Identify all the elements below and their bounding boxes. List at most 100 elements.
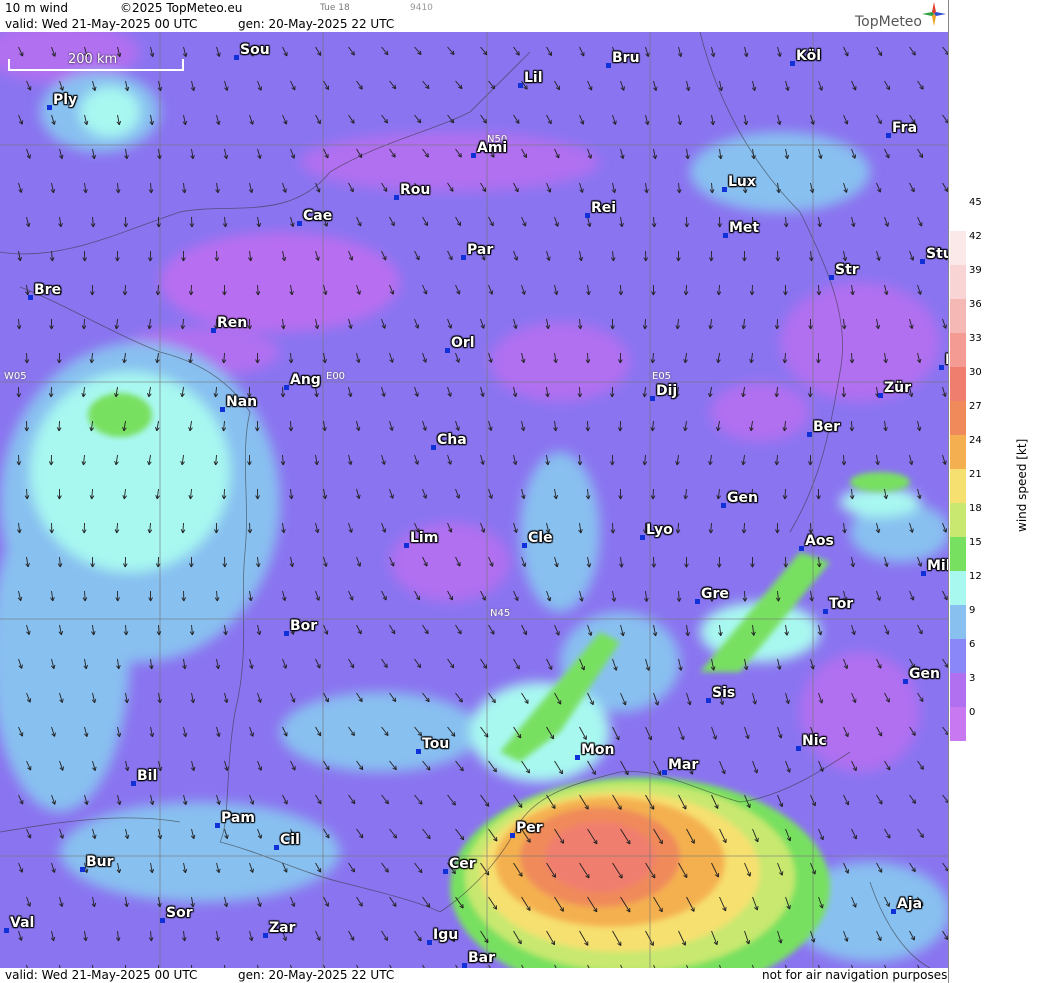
city-label: Ang — [290, 372, 321, 388]
code-label: 9410 — [410, 3, 433, 13]
city-marker — [404, 543, 409, 548]
city-label: Bil — [137, 768, 158, 784]
city-marker — [903, 679, 908, 684]
city-marker — [522, 543, 527, 548]
legend-color-step — [950, 197, 966, 231]
city-marker — [510, 833, 515, 838]
city-marker — [445, 348, 450, 353]
legend-color-step — [950, 503, 966, 537]
generation-time: gen: 20-May-2025 22 UTC — [238, 17, 395, 31]
city-marker — [28, 295, 33, 300]
legend-color-step — [950, 265, 966, 299]
city-label: Orl — [451, 335, 475, 351]
city-marker — [211, 328, 216, 333]
city-marker — [274, 845, 279, 850]
city-marker — [829, 275, 834, 280]
city-marker — [220, 407, 225, 412]
legend-tick-label: 6 — [969, 639, 976, 650]
city-label: Bre — [34, 282, 62, 298]
city-label: Sis — [712, 685, 736, 701]
city-label: Gre — [701, 586, 729, 602]
city-label: Cae — [303, 208, 333, 224]
city-marker — [878, 393, 883, 398]
legend-color-step — [950, 299, 966, 333]
legend-tick-label: 42 — [969, 231, 982, 242]
city-label: Fra — [892, 120, 918, 136]
city-marker — [790, 61, 795, 66]
city-label: Lyo — [646, 522, 673, 538]
city-marker — [706, 698, 711, 703]
city-label: Pam — [221, 810, 255, 826]
city-label: Tor — [829, 596, 854, 612]
city-marker — [443, 869, 448, 874]
city-marker — [662, 770, 667, 775]
city-label: Gen — [909, 666, 940, 682]
city-label: Lim — [410, 530, 439, 546]
copyright-text: ©2025 TopMeteo.eu — [120, 1, 243, 15]
legend-tick-label: 30 — [969, 367, 982, 378]
city-label: Cil — [280, 832, 300, 848]
city-marker — [297, 221, 302, 226]
city-marker — [807, 432, 812, 437]
city-marker — [823, 609, 828, 614]
legend-tick-label: 27 — [969, 401, 982, 412]
run-label: Tue 18 — [320, 3, 350, 13]
legend-color-step — [950, 537, 966, 571]
legend-tick-label: 33 — [969, 333, 982, 344]
legend-color-step — [950, 231, 966, 265]
city-marker — [47, 105, 52, 110]
city-marker — [284, 385, 289, 390]
city-label: Rou — [400, 182, 431, 198]
city-label: Tou — [422, 736, 450, 752]
city-label: Cer — [449, 856, 476, 872]
city-marker — [263, 933, 268, 938]
legend-tick-label: 12 — [969, 571, 982, 582]
legend-color-step — [950, 401, 966, 435]
city-label: Dij — [656, 383, 678, 399]
header-bar: 10 m wind ©2025 TopMeteo.eu Tue 18 9410 … — [0, 0, 948, 32]
grid-label-e00: E00 — [326, 371, 346, 382]
city-label: Str — [835, 262, 859, 278]
footer-valid-time: valid: Wed 21-May-2025 00 UTC — [5, 968, 198, 982]
city-marker — [80, 867, 85, 872]
city-label: Aja — [897, 896, 923, 912]
city-marker — [284, 631, 289, 636]
city-label: Ber — [813, 419, 841, 435]
legend-tick-label: 3 — [969, 673, 976, 684]
city-label: Rei — [591, 200, 617, 216]
city-label: Per — [516, 820, 543, 836]
city-marker — [920, 259, 925, 264]
city-label: Bru — [612, 50, 640, 66]
city-label: Ply — [53, 92, 78, 108]
disclaimer-text: not for air navigation purposes — [762, 968, 948, 982]
city-marker — [394, 195, 399, 200]
legend-tick-label: 18 — [969, 503, 982, 514]
city-marker — [650, 396, 655, 401]
city-label: Par — [467, 242, 494, 258]
city-marker — [160, 918, 165, 923]
city-marker — [585, 213, 590, 218]
city-marker — [416, 749, 421, 754]
city-marker — [427, 940, 432, 945]
city-label: Köl — [796, 48, 822, 64]
city-label: Lil — [524, 70, 543, 86]
legend-color-step — [950, 605, 966, 639]
city-label: Sor — [166, 905, 193, 921]
legend-color-step — [950, 707, 966, 741]
footer-bar: valid: Wed 21-May-2025 00 UTC gen: 20-Ma… — [0, 968, 948, 983]
city-label: Val — [10, 915, 35, 931]
city-marker — [575, 755, 580, 760]
scale-label: 200 km — [68, 52, 118, 67]
compass-logo-icon — [922, 2, 946, 26]
legend-tick-label: 21 — [969, 469, 982, 480]
city-label: Igu — [433, 927, 459, 943]
city-label: Bar — [468, 950, 496, 966]
city-marker — [606, 63, 611, 68]
city-marker — [518, 83, 523, 88]
city-marker — [471, 153, 476, 158]
legend-tick-label: 15 — [969, 537, 982, 548]
city-marker — [722, 187, 727, 192]
city-marker — [234, 55, 239, 60]
city-marker — [131, 781, 136, 786]
city-label: Aos — [805, 533, 834, 549]
